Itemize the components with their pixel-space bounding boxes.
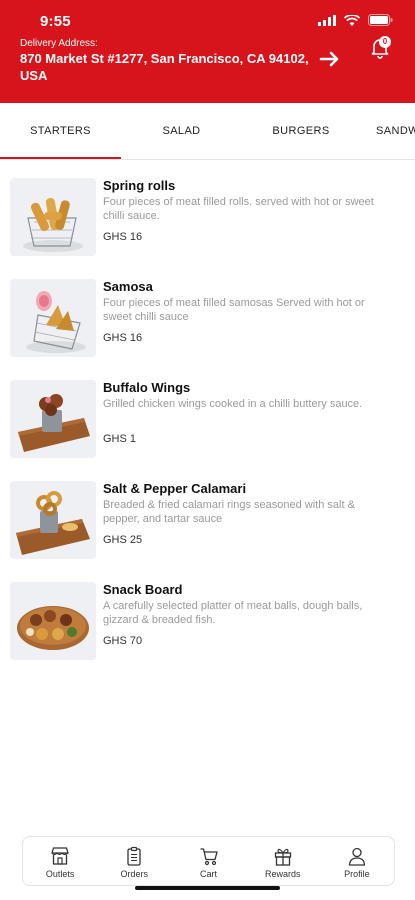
cart-icon: [200, 848, 218, 866]
clipboard-icon: [127, 846, 141, 866]
calamari-image: [10, 481, 96, 559]
buffalo-wings-image: [10, 380, 96, 458]
nav-label-outlets: Outlets: [45, 869, 75, 879]
status-icons: [318, 14, 393, 26]
tab-starters[interactable]: STARTERS: [0, 103, 121, 159]
delivery-label: Delivery Address:: [20, 38, 98, 49]
tab-sandwiches[interactable]: SANDWICHES: [376, 103, 415, 159]
menu-item-calamari[interactable]: Salt & Pepper Calamari Breaded & fried c…: [10, 477, 405, 563]
nav-label-profile: Profile: [344, 869, 370, 879]
menu-item-price: GHS 16: [103, 332, 143, 344]
nav-rewards[interactable]: Rewards: [246, 837, 320, 885]
nav-orders[interactable]: Orders: [97, 837, 171, 885]
menu-item-description: Four pieces of meat filled rolls. served…: [103, 196, 374, 222]
nav-label-rewards: Rewards: [264, 869, 301, 879]
menu-item-description: Breaded & fried calamari rings seasoned …: [103, 499, 355, 525]
delivery-address[interactable]: 870 Market St #1277, San Francisco, CA 9…: [20, 50, 320, 84]
app-header: 9:55 Delivery Address: 870 Market St #12…: [0, 0, 415, 103]
menu-item-name: Buffalo Wings: [103, 380, 191, 395]
menu-item-price: GHS 16: [103, 231, 143, 243]
menu-item-price: GHS 25: [103, 534, 143, 546]
nav-label-orders: Orders: [120, 869, 149, 879]
arrow-right-icon: [319, 51, 339, 67]
change-address-button[interactable]: [318, 50, 342, 68]
nav-label-cart: Cart: [200, 869, 218, 879]
menu-item-price: GHS 1: [103, 433, 137, 445]
menu-item-description: Grilled chicken wings cooked in a chilli…: [103, 398, 363, 410]
tab-salad[interactable]: SALAD: [121, 103, 242, 159]
home-indicator: [135, 886, 280, 890]
battery-icon: [368, 14, 393, 26]
person-icon: [348, 847, 366, 866]
nav-outlets[interactable]: Outlets: [23, 837, 97, 885]
notification-badge: 0: [379, 36, 391, 48]
tab-burgers[interactable]: BURGERS: [242, 103, 360, 159]
menu-item-price: GHS 70: [103, 635, 143, 647]
menu-item-name: Spring rolls: [103, 178, 176, 193]
signal-icon: [318, 14, 336, 26]
menu-item-name: Salt & Pepper Calamari: [103, 481, 247, 496]
menu-item-samosa[interactable]: Samosa Four pieces of meat filled samosa…: [10, 275, 405, 361]
menu-item-buffalo-wings[interactable]: Buffalo Wings Grilled chicken wings cook…: [10, 376, 405, 462]
nav-profile[interactable]: Profile: [320, 837, 394, 885]
menu-item-snack-board[interactable]: Snack Board A carefully selected platter…: [10, 578, 405, 664]
menu-item-description: Four pieces of meat filled samosas Serve…: [103, 297, 365, 323]
wifi-icon: [344, 14, 360, 26]
status-time: 9:55: [40, 13, 71, 30]
samosa-image: [10, 279, 96, 357]
selected-tab-indicator: [0, 157, 121, 159]
gift-icon: [274, 848, 291, 866]
category-tabs: STARTERS SALAD BURGERS SANDWICHES: [0, 103, 415, 160]
bottom-navigation: Outlets Orders Cart Rewards Profile: [22, 836, 395, 886]
snack-board-image: [10, 582, 96, 660]
menu-item-description: A carefully selected platter of meat bal…: [103, 600, 363, 626]
menu-item-name: Samosa: [103, 279, 153, 294]
store-icon: [51, 847, 69, 865]
nav-cart[interactable]: Cart: [171, 837, 245, 885]
spring-rolls-image: [10, 178, 96, 256]
menu-item-name: Snack Board: [103, 582, 183, 597]
menu-item-spring-rolls[interactable]: Spring rolls Four pieces of meat filled …: [10, 174, 405, 260]
